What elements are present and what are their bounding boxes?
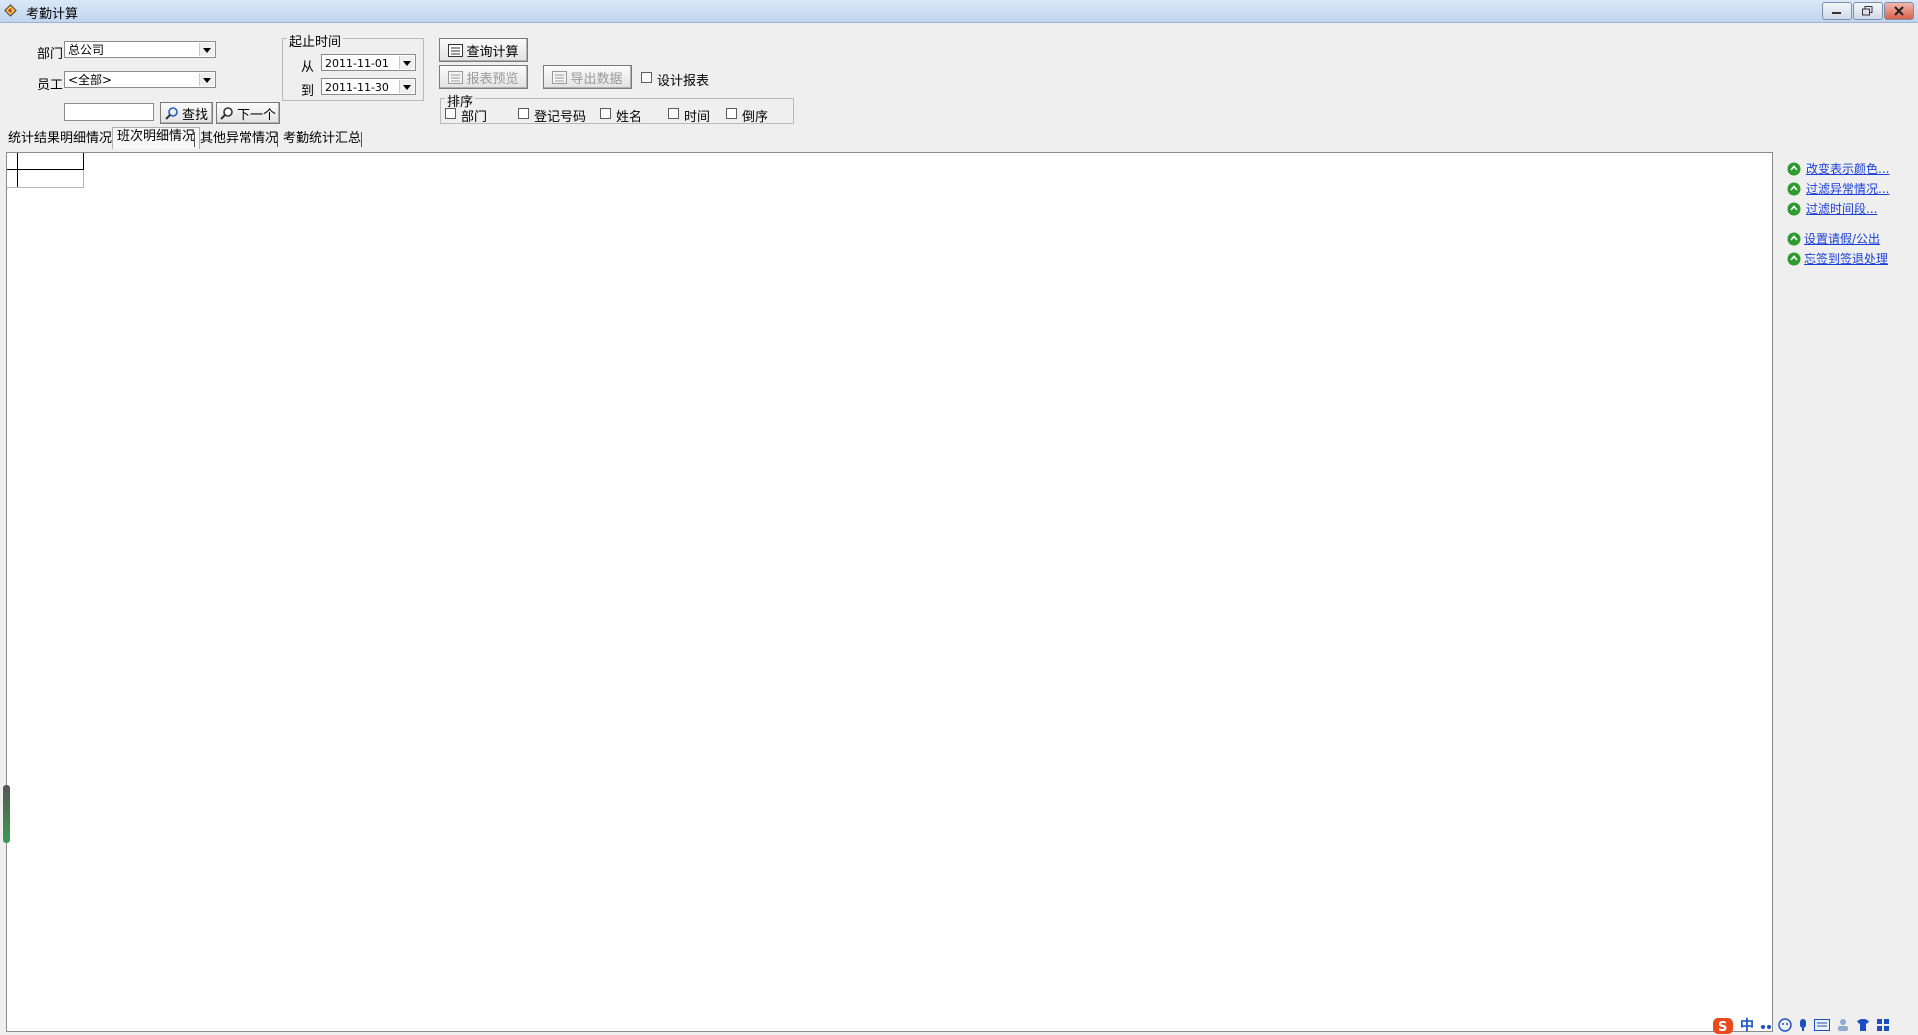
department-select[interactable]: 总公司 (64, 41, 216, 58)
tab-stat-details[interactable]: 统计结果明细情况 (4, 130, 116, 148)
sort-option-register-number: 登记号码 (534, 110, 587, 125)
from-date-picker[interactable]: 2011-11-01 (321, 54, 416, 71)
sort-checkbox-time[interactable] (668, 108, 679, 119)
side-link-label[interactable]: 过滤时间段... (1806, 200, 1877, 217)
sort-option-time: 时间 (684, 110, 711, 125)
green-arrow-icon (1787, 232, 1801, 245)
toolbox-grid-icon[interactable] (1876, 1018, 1890, 1032)
side-link-label[interactable]: 忘签到签退处理 (1804, 250, 1888, 267)
side-link-set-leave[interactable]: 设置请假/公出 (1787, 230, 1880, 247)
user-icon[interactable] (1836, 1018, 1850, 1032)
from-label: 从 (301, 60, 315, 75)
scroll-handle[interactable] (3, 785, 10, 843)
sort-option-department: 部门 (461, 110, 488, 125)
side-link-label[interactable]: 过滤异常情况... (1806, 180, 1889, 197)
query-calc-button[interactable]: 查询计算 (439, 38, 528, 62)
find-label: 查找 (181, 107, 208, 123)
employee-label: 员工 (37, 78, 64, 93)
design-report-label: 设计报表 (657, 74, 710, 89)
search-icon (165, 107, 178, 120)
close-button[interactable] (1884, 2, 1914, 20)
window-title: 考勤计算 (26, 7, 79, 22)
green-arrow-icon (1787, 252, 1801, 265)
date-range-legend: 起止时间 (287, 31, 344, 50)
grid-header-cell[interactable] (7, 153, 84, 170)
side-link-filter-time[interactable]: 过滤时间段... (1787, 200, 1877, 217)
ime-toolbar: S 中 (1712, 1015, 1918, 1035)
green-arrow-icon (1787, 162, 1801, 175)
side-link-label[interactable]: 设置请假/公出 (1804, 230, 1880, 247)
svg-text:S: S (1718, 1020, 1727, 1035)
tab-other-exceptions[interactable]: 其他异常情况 (196, 130, 282, 148)
report-icon (448, 70, 464, 84)
employee-value: <全部> (68, 73, 113, 87)
report-preview-label: 报表预览 (466, 71, 519, 87)
to-date-value: 2011-11-30 (325, 81, 389, 94)
app-icon (4, 4, 17, 17)
green-arrow-icon (1787, 202, 1801, 215)
sort-checkbox-name[interactable] (600, 108, 611, 119)
close-icon (1894, 6, 1904, 16)
tab-attendance-summary[interactable]: 考勤统计汇总 (279, 130, 365, 148)
side-link-label[interactable]: 改变表示颜色... (1806, 160, 1889, 177)
keyboard-icon[interactable] (1814, 1019, 1830, 1031)
sort-option-descending: 倒序 (742, 110, 769, 125)
export-icon (552, 70, 568, 84)
report-preview-button[interactable]: 报表预览 (439, 65, 528, 89)
search-input[interactable] (64, 103, 154, 121)
side-link-filter-exceptions[interactable]: 过滤异常情况... (1787, 180, 1889, 197)
next-label: 下一个 (236, 107, 276, 123)
sort-checkbox-register-number[interactable] (518, 108, 529, 119)
microphone-icon[interactable] (1798, 1018, 1808, 1032)
tab-separator (194, 132, 195, 147)
next-button[interactable]: 下一个 (216, 102, 280, 124)
side-panel: 改变表示颜色... 过滤异常情况... 过滤时间段... 设置请假/公出 忘签到… (1775, 152, 1918, 1035)
find-button[interactable]: 查找 (160, 102, 213, 124)
export-data-label: 导出数据 (570, 71, 623, 87)
query-calc-label: 查询计算 (466, 44, 519, 60)
sogou-logo-icon[interactable]: S (1712, 1015, 1734, 1035)
department-label: 部门 (37, 47, 64, 62)
calculator-icon (448, 43, 464, 57)
chevron-down-icon[interactable] (199, 43, 214, 56)
side-link-change-color[interactable]: 改变表示颜色... (1787, 160, 1889, 177)
export-data-button[interactable]: 导出数据 (543, 65, 632, 89)
sort-checkbox-department[interactable] (445, 108, 456, 119)
sort-option-name: 姓名 (616, 110, 643, 125)
ime-mode-label[interactable]: 中 (1740, 1015, 1754, 1035)
green-arrow-icon (1787, 182, 1801, 195)
design-report-checkbox[interactable] (641, 72, 652, 83)
chevron-down-icon[interactable] (399, 56, 414, 69)
sort-checkbox-descending[interactable] (726, 108, 737, 119)
from-date-value: 2011-11-01 (325, 57, 389, 70)
to-label: 到 (301, 84, 315, 99)
restore-button[interactable] (1853, 2, 1883, 20)
data-grid[interactable] (3, 152, 1773, 1032)
tab-separator (361, 132, 362, 147)
department-value: 总公司 (68, 43, 105, 57)
employee-select[interactable]: <全部> (64, 71, 216, 88)
tab-separator (277, 132, 278, 147)
tab-shift-details[interactable]: 班次明细情况 (112, 127, 201, 149)
grid-row-indicator (17, 153, 18, 187)
minimize-icon (1832, 12, 1841, 14)
to-date-picker[interactable]: 2011-11-30 (321, 78, 416, 95)
restore-icon (1862, 6, 1873, 16)
minimize-button[interactable] (1822, 2, 1852, 20)
chevron-down-icon[interactable] (399, 80, 414, 93)
search-next-icon (220, 107, 233, 120)
side-link-missed-sign[interactable]: 忘签到签退处理 (1787, 250, 1888, 267)
title-bar: 考勤计算 (0, 0, 1918, 23)
punctuation-icon[interactable] (1760, 1018, 1772, 1032)
skin-shirt-icon[interactable] (1856, 1018, 1870, 1032)
chevron-down-icon[interactable] (199, 73, 214, 86)
emoji-icon[interactable] (1778, 1018, 1792, 1032)
